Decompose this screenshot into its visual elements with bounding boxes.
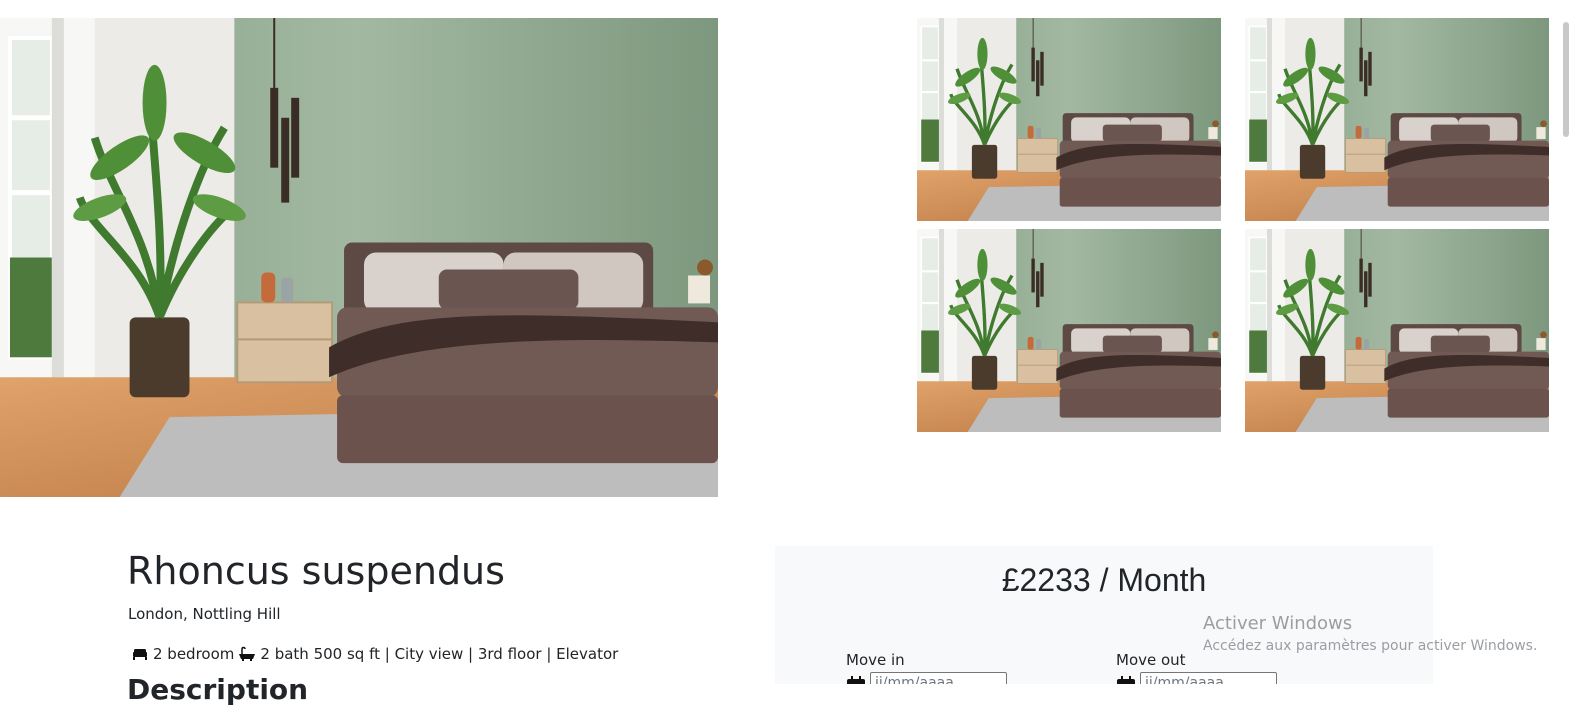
scrollbar-thumb[interactable] <box>1563 22 1569 137</box>
gallery-thumbnail[interactable] <box>917 18 1221 221</box>
bedroom-image <box>917 18 1221 221</box>
move-out-label: Move out <box>1116 651 1186 669</box>
price: £2233 / Month <box>1001 562 1207 598</box>
calendar-icon <box>1116 676 1136 684</box>
feature-bedrooms: 2 bedroom <box>153 645 235 663</box>
bath-icon <box>238 646 256 662</box>
calendar-icon <box>846 676 866 684</box>
gallery-thumbnail[interactable] <box>917 229 1221 432</box>
bedroom-image <box>1245 18 1549 221</box>
move-out-date-input[interactable]: jj/mm/aaaa <box>1140 672 1277 684</box>
watermark-title: Activer Windows <box>1203 613 1353 634</box>
feature-list: 2 bedroom 2 bath 500 sq ft | City view |… <box>131 644 622 664</box>
move-in-label: Move in <box>846 651 905 669</box>
date-placeholder: jj/mm/aaaa <box>1145 675 1224 684</box>
section-heading: Description <box>127 673 309 706</box>
watermark-subtitle: Accédez aux paramètres pour activer Wind… <box>1203 638 1538 654</box>
bed-icon <box>131 646 149 662</box>
gallery-thumbnail[interactable] <box>1245 18 1549 221</box>
feature-details: 2 bath 500 sq ft | City view | 3rd floor… <box>260 645 619 663</box>
listing-location: London, Nottling Hill <box>128 605 281 623</box>
move-in-date-input[interactable]: jj/mm/aaaa <box>870 672 1007 684</box>
bedroom-image <box>917 229 1221 432</box>
bedroom-image <box>1245 229 1549 432</box>
gallery-thumbnail[interactable] <box>1245 229 1549 432</box>
date-placeholder: jj/mm/aaaa <box>875 675 954 684</box>
hero-photo[interactable] <box>0 18 718 497</box>
listing-title: Rhoncus suspendus <box>127 549 505 593</box>
bedroom-image <box>0 18 718 497</box>
windows-activation-watermark: Activer Windows Accédez aux paramètres p… <box>1203 612 1537 655</box>
